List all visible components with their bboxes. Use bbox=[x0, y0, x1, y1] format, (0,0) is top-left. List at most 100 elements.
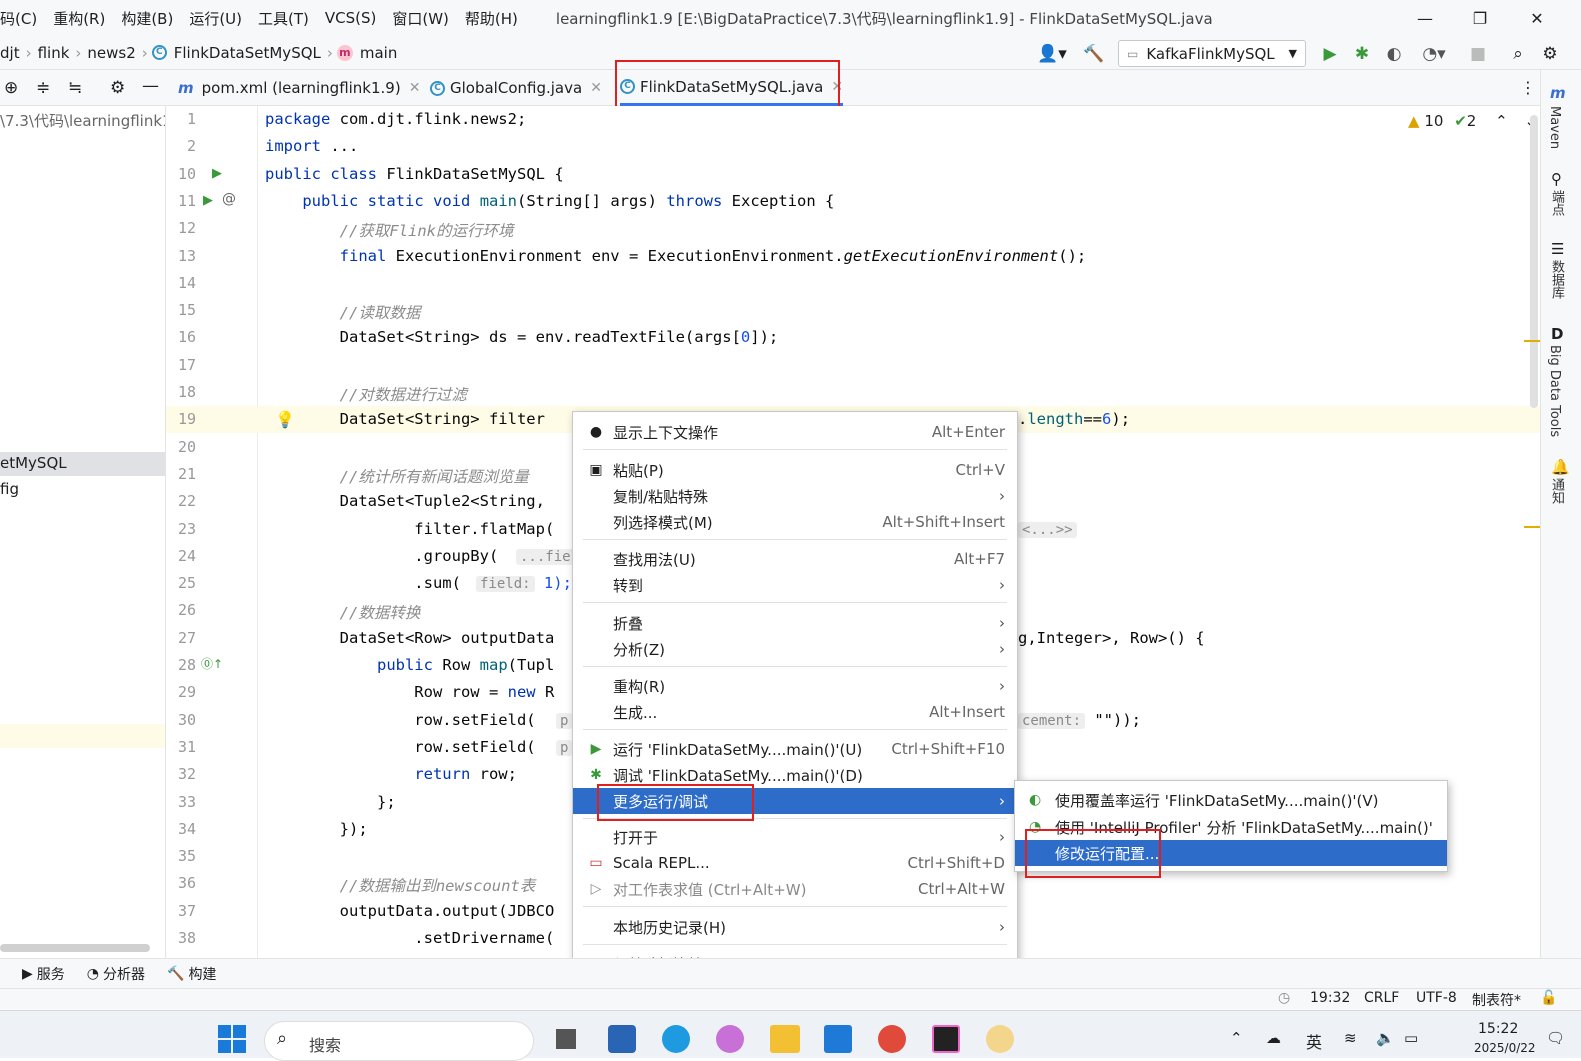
crumb[interactable]: news2 bbox=[85, 44, 137, 62]
code-line[interactable]: //获取Flink的运行环境 bbox=[265, 219, 514, 241]
chrome-icon[interactable] bbox=[878, 1025, 906, 1053]
hide-icon[interactable]: — bbox=[142, 76, 159, 96]
tree-item[interactable]: etMySQL bbox=[0, 452, 165, 476]
tool-services[interactable]: 服务 bbox=[37, 964, 65, 984]
lock-icon[interactable]: 🔓 bbox=[1540, 990, 1557, 1006]
close-icon[interactable]: ✕ bbox=[409, 80, 421, 96]
menu-item[interactable]: 构建(B) bbox=[113, 8, 181, 29]
stop-icon[interactable]: ■ bbox=[1466, 42, 1490, 66]
settings-icon[interactable]: ⚙ bbox=[1538, 42, 1562, 66]
app-icon[interactable] bbox=[986, 1025, 1014, 1053]
app-icon[interactable] bbox=[608, 1025, 636, 1053]
scrollbar[interactable] bbox=[0, 944, 150, 952]
code-line[interactable]: DataSet<Row> outputData bbox=[265, 629, 555, 647]
wifi-icon[interactable]: ≋ bbox=[1344, 1029, 1357, 1047]
tab-pom[interactable]: m pom.xml (learningflink1.9) ✕ bbox=[178, 70, 420, 106]
menu-item[interactable]: 窗口(W) bbox=[384, 8, 457, 29]
clock-time[interactable]: 15:22 bbox=[1478, 1021, 1518, 1037]
run-gutter-icon[interactable]: ▶ bbox=[212, 166, 222, 181]
coverage-icon[interactable]: ◐ bbox=[1382, 42, 1406, 66]
code-line[interactable]: final ExecutionEnvironment env = Executi… bbox=[265, 247, 1087, 265]
intellij-icon[interactable] bbox=[932, 1025, 960, 1053]
code-line[interactable]: //数据输出到newscount表 bbox=[265, 874, 536, 896]
menu-item[interactable]: 工具(T) bbox=[250, 8, 317, 29]
gear-icon[interactable]: ⚙ bbox=[110, 78, 125, 98]
code-line[interactable]: import ... bbox=[265, 137, 358, 155]
code-line[interactable]: public Row map(Tupl bbox=[265, 656, 554, 674]
code-line[interactable]: public class FlinkDataSetMySQL { bbox=[265, 165, 564, 183]
code-line[interactable]: .sum( bbox=[265, 574, 461, 592]
menu-item[interactable]: 码(C) bbox=[0, 8, 45, 29]
crumb[interactable]: flink bbox=[36, 44, 72, 62]
crumb[interactable]: djt bbox=[0, 44, 22, 62]
menu-local-history[interactable]: 本地历史记录(H) › bbox=[573, 914, 1017, 940]
code-line[interactable]: Row row = new R bbox=[265, 683, 554, 701]
caret-position[interactable]: 19:32 bbox=[1310, 990, 1350, 1006]
crumb[interactable]: main bbox=[358, 44, 399, 62]
tool-build[interactable]: 构建 bbox=[188, 964, 216, 984]
menu-column-selection[interactable]: 列选择模式(M) Alt+Shift+Insert bbox=[573, 509, 1017, 535]
tool-big-data-tools[interactable]: Big Data Tools bbox=[1547, 345, 1562, 437]
chevron-up-icon[interactable]: ⌃ bbox=[1230, 1029, 1243, 1047]
bulb-icon[interactable]: 💡 bbox=[275, 410, 295, 429]
code-line[interactable]: .setDrivername( bbox=[265, 929, 554, 947]
menu-item[interactable]: 重构(R) bbox=[45, 8, 113, 29]
collapse-icon[interactable]: ≒ bbox=[68, 78, 82, 98]
menu-refactor[interactable]: 重构(R) › bbox=[573, 673, 1017, 699]
tool-endpoints[interactable]: 端点 bbox=[1547, 190, 1566, 216]
code-line[interactable]: //对数据进行过滤 bbox=[265, 383, 467, 405]
code-line[interactable]: outputData.output(JDBCO bbox=[265, 902, 555, 920]
code-line[interactable]: }); bbox=[265, 820, 368, 838]
target-icon[interactable]: ⊕ bbox=[4, 78, 18, 98]
app-icon[interactable] bbox=[824, 1025, 852, 1053]
tab-globalconfig[interactable]: C GlobalConfig.java ✕ bbox=[430, 70, 602, 106]
tree-item[interactable]: fig bbox=[0, 480, 19, 498]
more-icon[interactable]: ⋮ bbox=[1520, 78, 1536, 97]
ime-indicator[interactable]: 英 bbox=[1306, 1029, 1322, 1053]
taskview-icon[interactable] bbox=[556, 1029, 576, 1049]
menu-item[interactable]: 帮助(H) bbox=[457, 8, 526, 29]
tool-maven[interactable]: Maven bbox=[1547, 106, 1562, 149]
file-encoding[interactable]: UTF-8 bbox=[1416, 990, 1457, 1006]
menu-item[interactable]: VCS(S) bbox=[317, 9, 384, 27]
code-line[interactable]: DataSet<String> ds = env.readTextFile(ar… bbox=[265, 328, 779, 346]
code-line[interactable]: //数据转换 bbox=[265, 601, 421, 623]
run-icon[interactable]: ▶ bbox=[1318, 42, 1342, 66]
menu-item[interactable]: 运行(U) bbox=[181, 8, 250, 29]
tool-database[interactable]: 数据库 bbox=[1547, 260, 1566, 299]
expand-icon[interactable]: ≑ bbox=[36, 78, 50, 98]
menu-generate[interactable]: 生成... Alt+Insert bbox=[573, 699, 1017, 725]
crumb[interactable]: FlinkDataSetMySQL bbox=[172, 44, 323, 62]
code-line[interactable]: filter.flatMap( bbox=[265, 520, 554, 538]
folder-icon[interactable] bbox=[770, 1025, 800, 1053]
code-line[interactable]: //读取数据 bbox=[265, 301, 421, 323]
app-icon[interactable] bbox=[716, 1025, 744, 1053]
code-line[interactable]: public static void main(String[] args) t… bbox=[265, 192, 834, 210]
taskbar-search[interactable]: ⌕ 搜索 bbox=[264, 1021, 534, 1061]
inspection-widget[interactable]: ▲ 10 ✔2 ⌃ ⌄ bbox=[1408, 112, 1537, 130]
indent-setting[interactable]: 制表符* bbox=[1472, 990, 1521, 1010]
minimize-icon[interactable]: — bbox=[1400, 0, 1450, 36]
volume-icon[interactable]: 🔈 bbox=[1376, 1029, 1395, 1047]
cloud-icon[interactable]: ☁ bbox=[1266, 1029, 1281, 1047]
run-gutter-icon[interactable]: ▶ bbox=[203, 193, 213, 208]
menu-find-usages[interactable]: 查找用法(U) Alt+F7 bbox=[573, 546, 1017, 572]
profiler-icon[interactable]: ◔▾ bbox=[1414, 42, 1454, 66]
battery-icon[interactable]: ▭ bbox=[1404, 1029, 1418, 1047]
menu-paste-special[interactable]: 复制/粘贴特殊 › bbox=[573, 483, 1017, 509]
code-line[interactable]: DataSet<String> filter bbox=[265, 410, 545, 428]
code-line[interactable]: return row; bbox=[265, 765, 517, 783]
debug-icon[interactable]: ✱ bbox=[1350, 42, 1374, 66]
menu-goto[interactable]: 转到 › bbox=[573, 572, 1017, 598]
close-icon[interactable]: ✕ bbox=[590, 80, 602, 96]
code-line[interactable]: package com.djt.flink.news2; bbox=[265, 110, 526, 128]
chevron-up-icon[interactable]: ⌃ bbox=[1495, 112, 1508, 130]
menu-run-with-coverage[interactable]: ◐ 使用覆盖率运行 'FlinkDataSetMy....main()'(V) bbox=[1015, 787, 1447, 813]
close-icon[interactable]: ✕ bbox=[1512, 0, 1562, 36]
edge-icon[interactable] bbox=[662, 1025, 690, 1053]
code-line[interactable]: row.setField( bbox=[265, 711, 535, 729]
search-icon[interactable]: ⌕ bbox=[1506, 42, 1530, 66]
tool-profiler[interactable]: 分析器 bbox=[103, 964, 145, 984]
restore-icon[interactable]: ❐ bbox=[1455, 0, 1505, 36]
menu-run[interactable]: ▶ 运行 'FlinkDataSetMy....main()'(U) Ctrl+Sh… bbox=[573, 736, 1017, 762]
